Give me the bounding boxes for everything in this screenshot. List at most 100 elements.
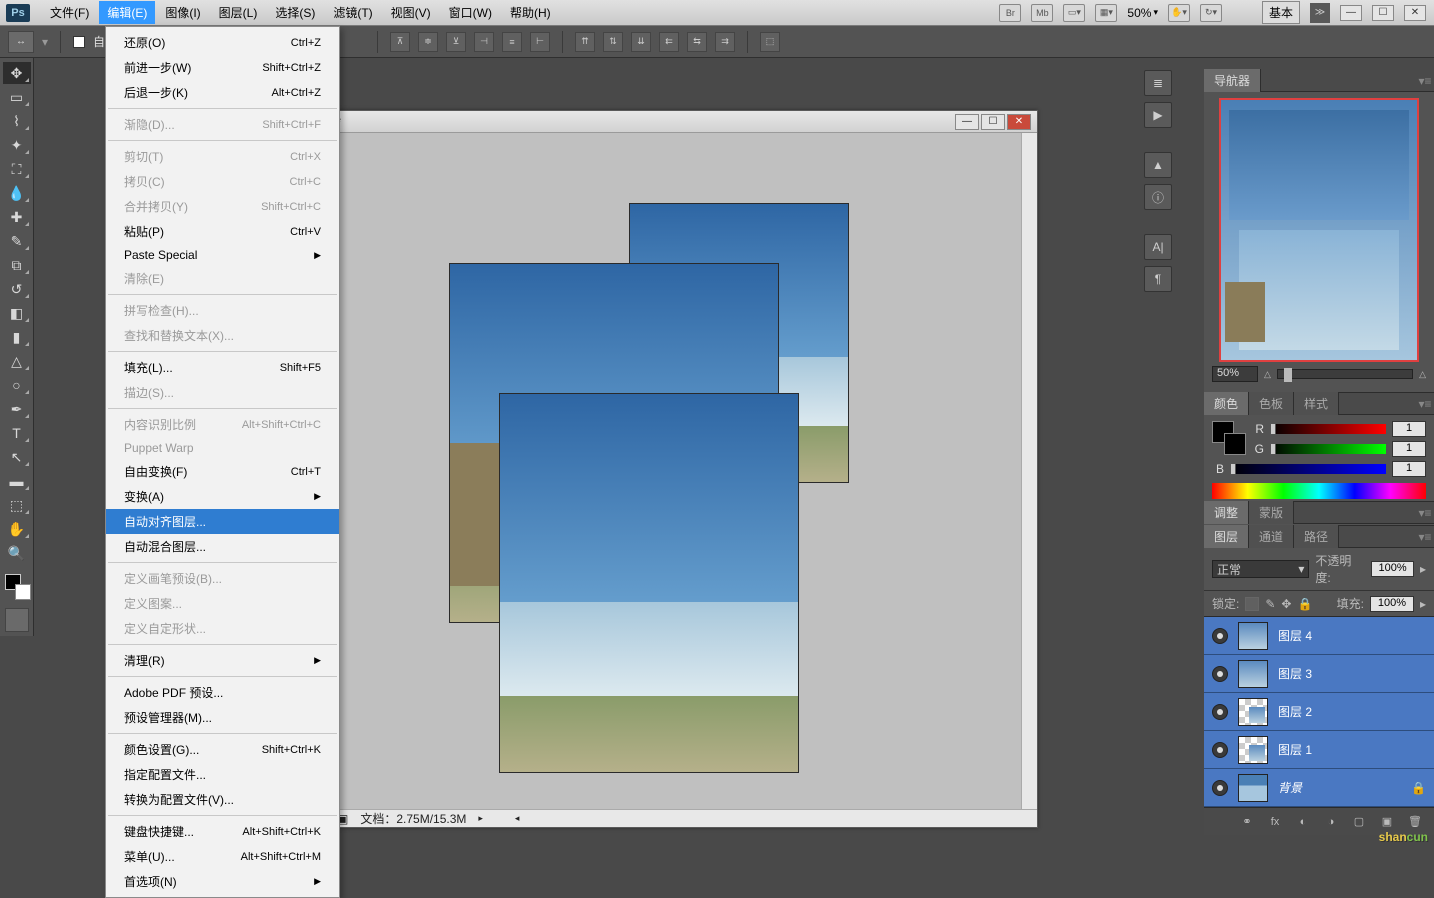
menu-item[interactable]: 还原(O)Ctrl+Z [106, 30, 339, 55]
color-tab[interactable]: 颜色 [1204, 392, 1249, 415]
delete-icon[interactable]: 🗑 [1406, 814, 1424, 830]
masks-tab[interactable]: 蒙版 [1249, 501, 1294, 524]
eye-icon[interactable] [1212, 628, 1228, 644]
minibridge-icon[interactable]: Mb [1031, 4, 1053, 22]
actions-panel-icon[interactable]: ▶ [1144, 102, 1172, 128]
align-icon-4[interactable]: ⊣ [474, 32, 494, 52]
menu-item[interactable]: 自动对齐图层... [106, 509, 339, 534]
lock-all-icon[interactable]: 🔒 [1297, 597, 1312, 611]
arrange-icon[interactable]: ▦▾ [1095, 4, 1117, 22]
info-panel-icon[interactable]: ⓘ [1144, 184, 1172, 210]
doc-minimize-icon[interactable]: — [955, 114, 979, 130]
menu-item[interactable]: 前进一步(W)Shift+Ctrl+Z [106, 55, 339, 80]
heal-tool[interactable]: ✚ [3, 206, 31, 228]
menu-layer[interactable]: 图层(L) [211, 1, 266, 24]
align-icon-6[interactable]: ⊢ [530, 32, 550, 52]
distribute-icon-6[interactable]: ⇉ [715, 32, 735, 52]
color-swatches[interactable] [3, 572, 31, 600]
layer-thumbnail[interactable] [1238, 698, 1268, 726]
minimize-icon[interactable]: — [1340, 5, 1362, 21]
mask-icon[interactable]: ◐ [1294, 814, 1312, 830]
blend-mode-select[interactable]: 正常▾ [1212, 560, 1309, 578]
eye-icon[interactable] [1212, 780, 1228, 796]
eye-icon[interactable] [1212, 666, 1228, 682]
marquee-tool[interactable]: ▭ [3, 86, 31, 108]
eye-icon[interactable] [1212, 704, 1228, 720]
menu-item[interactable]: 变换(A)▶ [106, 484, 339, 509]
eyedropper-tool[interactable]: 💧 [3, 182, 31, 204]
opacity-value[interactable]: 100% [1371, 561, 1414, 577]
nav-zoom-slider[interactable] [1277, 369, 1413, 379]
layer-row[interactable]: 图层 4 [1204, 617, 1434, 655]
move-tool[interactable]: ✥ [3, 62, 31, 84]
lock-transparent-icon[interactable] [1245, 597, 1259, 611]
blur-tool[interactable]: △ [3, 350, 31, 372]
scroll-left-icon[interactable]: ◂ [515, 813, 520, 824]
panel-menu-icon[interactable]: ▾≡ [1416, 528, 1434, 546]
gradient-tool[interactable]: ▮ [3, 326, 31, 348]
menu-view[interactable]: 视图(V) [383, 1, 439, 24]
new-layer-icon[interactable]: ▣ [1378, 814, 1396, 830]
auto-select-checkbox[interactable] [73, 36, 85, 48]
layer-thumbnail[interactable] [1238, 622, 1268, 650]
doc-maximize-icon[interactable]: ☐ [981, 114, 1005, 130]
r-slider[interactable] [1270, 424, 1386, 434]
menu-item[interactable]: 颜色设置(G)...Shift+Ctrl+K [106, 737, 339, 762]
navigator-thumbnail[interactable] [1219, 98, 1419, 362]
menu-item[interactable]: 清理(R)▶ [106, 648, 339, 673]
r-value[interactable]: 1 [1392, 421, 1426, 437]
menu-help[interactable]: 帮助(H) [502, 1, 559, 24]
3d-tool[interactable]: ⬚ [3, 494, 31, 516]
channels-tab[interactable]: 通道 [1249, 525, 1294, 548]
nav-zoom-input[interactable]: 50% [1212, 366, 1258, 382]
lasso-tool[interactable]: ⌇ [3, 110, 31, 132]
menu-item[interactable]: 首选项(N)▶ [106, 869, 339, 894]
distribute-icon-4[interactable]: ⇇ [659, 32, 679, 52]
lock-move-icon[interactable]: ✥ [1281, 597, 1291, 611]
workspace-expand[interactable]: ≫ [1310, 3, 1330, 23]
horizontal-scrollbar[interactable]: 50% ▣ 文档：2.75M/15.3M ▸ ◂ [259, 809, 1037, 827]
zoom-out-icon[interactable]: △ [1264, 369, 1271, 380]
lock-paint-icon[interactable]: ✎ [1265, 597, 1275, 611]
menu-file[interactable]: 文件(F) [42, 1, 97, 24]
history-panel-icon[interactable]: ≣ [1144, 70, 1172, 96]
menu-item[interactable]: 键盘快捷键...Alt+Shift+Ctrl+K [106, 819, 339, 844]
g-value[interactable]: 1 [1392, 441, 1426, 457]
b-slider[interactable] [1230, 464, 1386, 474]
distribute-icon-1[interactable]: ⇈ [575, 32, 595, 52]
panel-menu-icon[interactable]: ▾≡ [1416, 395, 1434, 413]
doc-close-icon[interactable]: ✕ [1007, 114, 1031, 130]
path-tool[interactable]: ↖ [3, 446, 31, 468]
menu-edit[interactable]: 编辑(E) [99, 1, 155, 24]
color-spectrum[interactable] [1212, 483, 1426, 499]
navigator-tab[interactable]: 导航器 [1204, 69, 1261, 92]
zoom-tool[interactable]: 🔍 [3, 542, 31, 564]
layer-name[interactable]: 图层 2 [1278, 703, 1312, 720]
pen-tool[interactable]: ✒ [3, 398, 31, 420]
align-icon-1[interactable]: ⊼ [390, 32, 410, 52]
adjustment-icon[interactable]: ◑ [1322, 814, 1340, 830]
eraser-tool[interactable]: ◧ [3, 302, 31, 324]
menu-filter[interactable]: 滤镜(T) [325, 1, 380, 24]
character-panel-icon[interactable]: A| [1144, 234, 1172, 260]
panel-menu-icon[interactable]: ▾≡ [1416, 72, 1434, 90]
rotate-icon[interactable]: ↻▾ [1200, 4, 1222, 22]
menu-item[interactable]: 指定配置文件... [106, 762, 339, 787]
brush-tool[interactable]: ✎ [3, 230, 31, 252]
canvas[interactable] [259, 133, 1021, 809]
menu-item[interactable]: 粘贴(P)Ctrl+V [106, 219, 339, 244]
menu-item[interactable]: 自动混合图层... [106, 534, 339, 559]
distribute-icon-5[interactable]: ⇆ [687, 32, 707, 52]
wand-tool[interactable]: ✦ [3, 134, 31, 156]
hand-icon[interactable]: ✋▾ [1168, 4, 1190, 22]
layer-name[interactable]: 图层 3 [1278, 665, 1312, 682]
layer-thumbnail[interactable] [1238, 774, 1268, 802]
shape-tool[interactable]: ▬ [3, 470, 31, 492]
layer-row[interactable]: 图层 2 [1204, 693, 1434, 731]
swatches-tab[interactable]: 色板 [1249, 392, 1294, 415]
close-icon[interactable]: ✕ [1404, 5, 1426, 21]
zoom-in-icon[interactable]: △ [1419, 369, 1426, 380]
layer-thumbnail[interactable] [1238, 660, 1268, 688]
vertical-scrollbar[interactable] [1021, 133, 1037, 809]
menu-image[interactable]: 图像(I) [157, 1, 208, 24]
